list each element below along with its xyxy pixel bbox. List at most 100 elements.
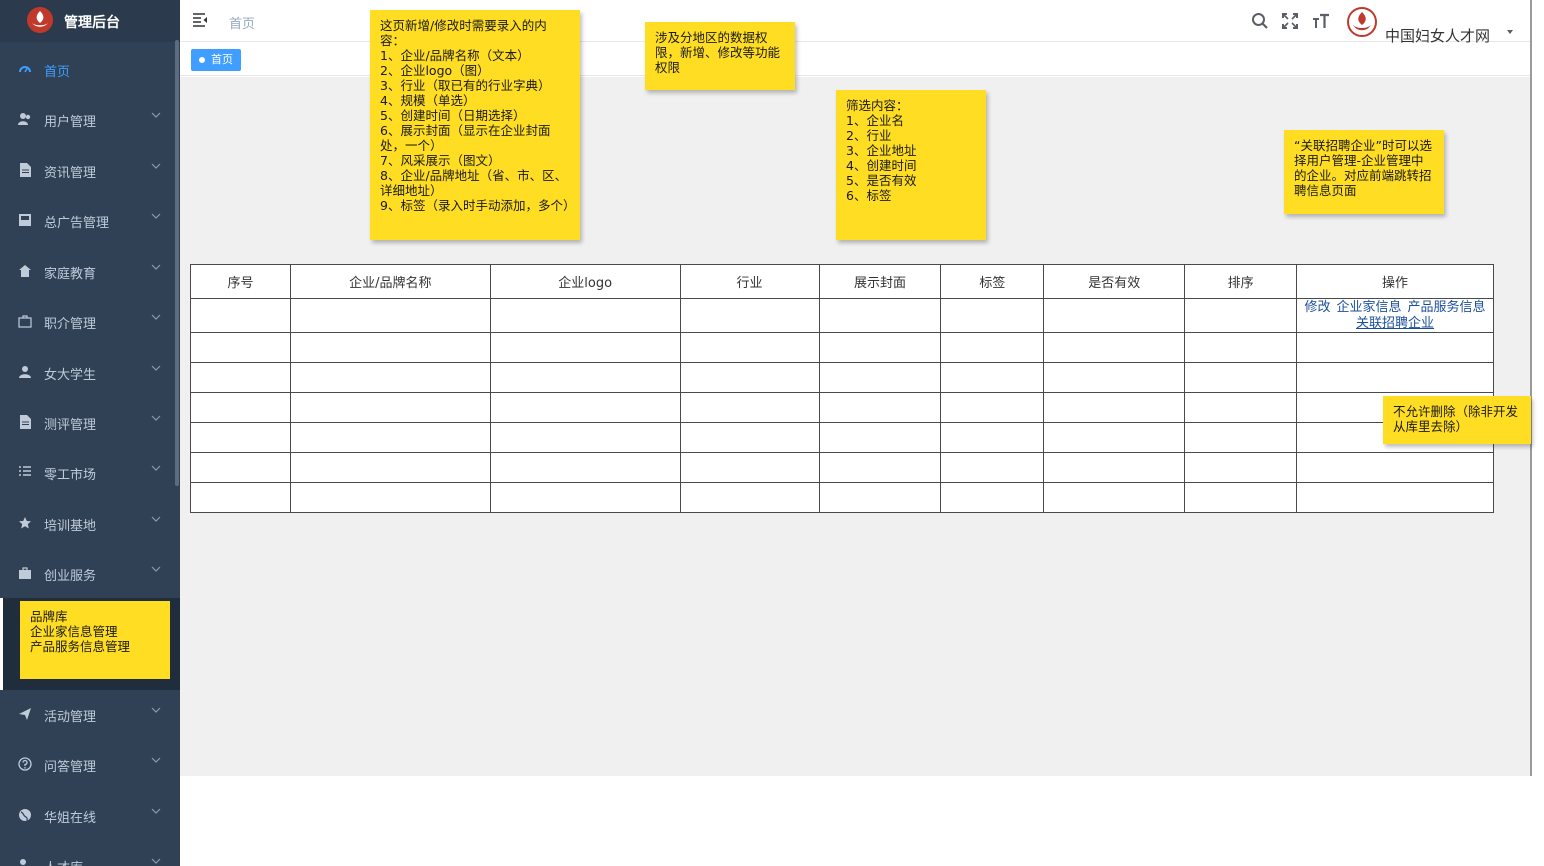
sidebar-item-huajie-online[interactable]: 华姐在线 (0, 790, 180, 840)
sidebar-item-label: 总广告管理 (44, 216, 110, 231)
chevron-down-icon (151, 314, 161, 320)
font-size-icon[interactable] (1312, 12, 1330, 30)
tag-home[interactable]: 首页 (191, 49, 241, 71)
sidebar-scrollbar[interactable] (175, 40, 179, 486)
sidebar-item-label: 人才库 (44, 857, 83, 866)
sidebar-item-home[interactable]: 首页 (0, 44, 180, 94)
filters-note: 筛选内容： 1、企业名 2、行业 3、企业地址 4、创建时间 5、是否有效 6、… (836, 90, 986, 240)
sidebar: 管理后台 首页 用户管理 资讯管理 总广告管理 家庭教育 职介管理 女大学生 测… (0, 0, 180, 866)
content-right-border (1530, 0, 1532, 776)
chevron-down-icon (151, 365, 161, 371)
globe-icon (17, 807, 33, 823)
chevron-down-icon (151, 112, 161, 118)
sidebar-item-label: 问答管理 (44, 760, 97, 775)
breadcrumb[interactable]: 首页 (229, 13, 255, 32)
table-row: 修改 企业家信息 产品服务信息 关联招聘企业 (190, 298, 1494, 333)
relation-note: “关联招聘企业”时可以选择用户管理-企业管理中的企业。对应前端跳转招聘信息页面 (1284, 130, 1444, 214)
edit-link[interactable]: 修改 (1305, 300, 1331, 315)
sidebar-item-qa[interactable]: 问答管理 (0, 739, 180, 789)
sidebar-sticky-note: 品牌库 企业家信息管理 产品服务信息管理 (20, 601, 170, 679)
ad-icon (17, 212, 33, 228)
table-row (190, 482, 1494, 513)
send-icon (17, 706, 33, 722)
star-icon (17, 515, 33, 531)
search-icon[interactable] (1251, 12, 1269, 30)
dashboard-icon (17, 61, 33, 77)
chevron-down-icon (151, 465, 161, 471)
site-name[interactable]: 中国妇女人才网 (1385, 25, 1490, 46)
table-cell (289, 298, 491, 333)
sidebar-item-label: 家庭教育 (44, 267, 97, 282)
table-row (190, 332, 1494, 363)
submenu-indicator (0, 598, 3, 690)
list-icon (17, 464, 33, 480)
sidebar-item-job-agency[interactable]: 职介管理 (0, 296, 180, 346)
sidebar-item-entrepreneurship[interactable]: 创业服务 (0, 548, 180, 598)
chevron-down-icon (151, 213, 161, 219)
chevron-down-icon (151, 415, 161, 421)
hamburger-icon[interactable] (192, 12, 208, 28)
sidebar-item-label: 测评管理 (44, 418, 97, 433)
sidebar-item-assessment[interactable]: 测评管理 (0, 397, 180, 447)
column-header: 企业/品牌名称 (289, 264, 491, 299)
question-icon (17, 756, 33, 772)
sidebar-item-label: 创业服务 (44, 569, 97, 584)
product-service-info-link[interactable]: 产品服务信息 (1408, 300, 1486, 315)
column-header: 操作 (1296, 264, 1494, 299)
table-cell (190, 298, 291, 333)
sidebar-item-talent-pool[interactable]: 人才库 (0, 840, 180, 866)
sidebar-item-label: 华姐在线 (44, 811, 97, 826)
brand-table: 序号 企业/品牌名称 企业logo 行业 展示封面 标签 是否有效 排序 操作 … (190, 264, 1494, 513)
chevron-down-icon (151, 808, 161, 814)
sidebar-item-family-education[interactable]: 家庭教育 (0, 246, 180, 296)
table-cell (1184, 298, 1298, 333)
sidebar-item-label: 零工市场 (44, 468, 97, 483)
document-icon (17, 162, 33, 178)
chevron-down-icon (151, 566, 161, 572)
sidebar-item-activities[interactable]: 活动管理 (0, 689, 180, 739)
permission-note: 涉及分地区的数据权限，新增、修改等功能权限 (645, 22, 795, 90)
column-header: 企业logo (489, 264, 681, 299)
column-header: 行业 (679, 264, 820, 299)
sidebar-item-label: 培训基地 (44, 519, 97, 534)
people-icon (17, 857, 33, 866)
caret-down-icon[interactable] (1505, 28, 1515, 36)
user-icon (17, 364, 33, 380)
avatar[interactable] (1347, 7, 1377, 37)
sidebar-item-ads[interactable]: 总广告管理 (0, 195, 180, 245)
column-header: 排序 (1184, 264, 1298, 299)
sidebar-item-training-base[interactable]: 培训基地 (0, 498, 180, 548)
table-row (190, 362, 1494, 393)
logo-bar: 管理后台 (0, 0, 180, 42)
users-icon (17, 111, 33, 127)
chevron-down-icon (151, 757, 161, 763)
document-icon (17, 414, 33, 430)
column-header: 是否有效 (1043, 264, 1186, 299)
sidebar-item-gig-market[interactable]: 零工市场 (0, 447, 180, 497)
logo-icon (27, 7, 53, 33)
table-row (190, 422, 1494, 453)
table-header-row: 序号 企业/品牌名称 企业logo 行业 展示封面 标签 是否有效 排序 操作 (190, 264, 1494, 299)
table-cell (940, 298, 1045, 333)
sidebar-item-label: 资讯管理 (44, 166, 97, 181)
fields-note: 这页新增/修改时需要录入的内容： 1、企业/品牌名称（文本） 2、企业logo（… (370, 10, 580, 240)
table-row (190, 392, 1494, 423)
sidebar-item-label: 首页 (44, 65, 71, 80)
table-cell (1043, 298, 1186, 333)
chevron-down-icon (151, 264, 161, 270)
table-row (190, 452, 1494, 483)
sidebar-item-news[interactable]: 资讯管理 (0, 145, 180, 195)
column-header: 序号 (190, 264, 291, 299)
fullscreen-icon[interactable] (1281, 12, 1299, 30)
chevron-down-icon (151, 858, 161, 864)
sidebar-item-label: 职介管理 (44, 317, 97, 332)
related-recruiting-company-link[interactable]: 关联招聘企业 (1356, 316, 1434, 331)
actions-cell: 修改 企业家信息 产品服务信息 关联招聘企业 (1296, 298, 1494, 333)
entrepreneur-info-link[interactable]: 企业家信息 (1337, 300, 1402, 315)
table-cell (679, 298, 820, 333)
sidebar-item-label: 女大学生 (44, 368, 97, 383)
sidebar-item-female-students[interactable]: 女大学生 (0, 347, 180, 397)
column-header: 展示封面 (818, 264, 942, 299)
sidebar-item-users[interactable]: 用户管理 (0, 94, 180, 144)
app-title: 管理后台 (64, 15, 120, 31)
